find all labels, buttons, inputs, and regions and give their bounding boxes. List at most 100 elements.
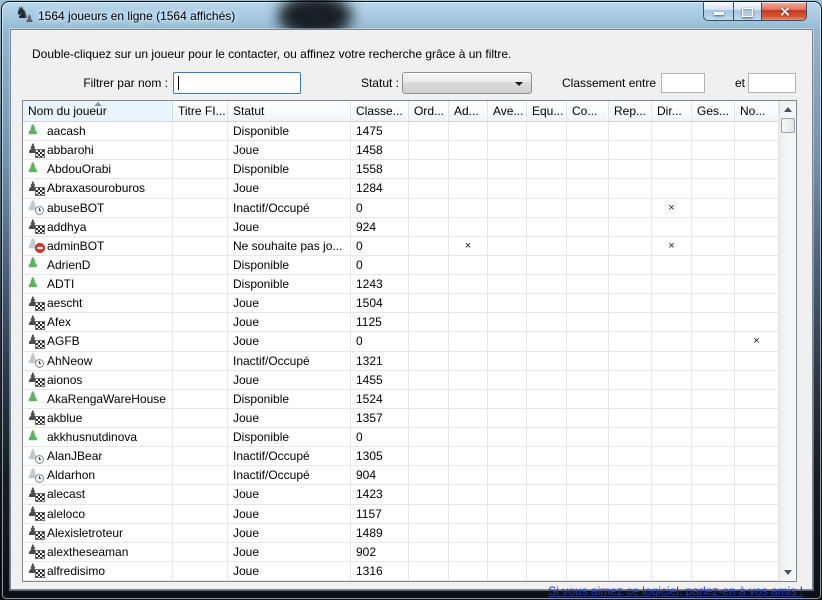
player-co-mark-cell (567, 428, 609, 446)
player-classement-cell: 1321 (351, 352, 409, 370)
player-presence-icon-available (26, 430, 42, 445)
column-header-co[interactable]: Co... (567, 101, 609, 121)
player-ad-mark-cell (449, 294, 488, 312)
player-row[interactable]: aeschtJoue1504 (23, 294, 779, 313)
player-ges-mark-cell (692, 409, 735, 427)
player-titre-cell (173, 390, 228, 408)
player-name: ADTI (47, 277, 74, 291)
column-header-equ[interactable]: Equ... (527, 101, 567, 121)
player-row[interactable]: AhNeowInactif/Occupé1321 (23, 352, 779, 371)
player-row[interactable]: AkaRengaWareHouseDisponible1524 (23, 390, 779, 409)
maximize-button[interactable] (733, 2, 762, 21)
column-header-label: Ave... (493, 104, 523, 118)
column-header-ad[interactable]: Ad... (449, 101, 488, 121)
player-ord-mark-cell (409, 237, 449, 255)
player-equ-mark-cell (527, 447, 567, 465)
scroll-down-button[interactable] (780, 564, 796, 581)
player-presence-icon-available (26, 391, 42, 406)
player-presence-icon-playing (26, 506, 42, 521)
player-name: addhya (47, 220, 86, 234)
player-row[interactable]: aionosJoue1455 (23, 371, 779, 390)
player-presence-icon-playing (26, 334, 42, 349)
share-link[interactable]: Si vous aimez ce logiciel, parlez-en à v… (548, 584, 803, 598)
column-header-nomdujoueur[interactable]: Nom du joueur (23, 101, 173, 121)
title-bar[interactable]: ♞ ♟ 1564 joueurs en ligne (1564 affichés… (2, 2, 821, 29)
classement-max-input[interactable] (748, 73, 796, 93)
player-no-mark-cell (735, 505, 779, 523)
player-titre-cell (173, 428, 228, 446)
player-row[interactable]: alecastJoue1423 (23, 485, 779, 504)
player-ord-mark-cell (409, 485, 449, 503)
player-titre-cell (173, 409, 228, 427)
player-row[interactable]: alextheseamanJoue902 (23, 543, 779, 562)
player-rep-mark-cell (609, 562, 652, 580)
client-area: Double-cliquez sur un joueur pour le con… (10, 29, 813, 590)
scrollbar-thumb[interactable] (781, 118, 795, 133)
chessboard-badge-icon (35, 512, 45, 521)
player-row[interactable]: AlanJBearInactif/Occupé1305 (23, 447, 779, 466)
close-button[interactable] (762, 2, 807, 21)
player-row[interactable]: AlexisletroteurJoue1489 (23, 524, 779, 543)
vertical-scrollbar[interactable] (779, 101, 796, 581)
player-ges-mark-cell (692, 466, 735, 484)
player-dir-mark-cell (652, 524, 692, 542)
player-row[interactable]: alfredisimoJoue1316 (23, 562, 779, 581)
player-row[interactable]: alelocoJoue1157 (23, 505, 779, 524)
column-header-statut[interactable]: Statut (228, 101, 351, 121)
player-ord-mark-cell (409, 218, 449, 236)
player-name: abuseBOT (47, 201, 104, 215)
player-row[interactable]: AbdouOrabiDisponible1558 (23, 160, 779, 179)
player-row[interactable]: AGFBJoue0× (23, 332, 779, 351)
classement-min-input[interactable] (661, 73, 705, 93)
player-row[interactable]: adminBOTNe souhaite pas jo...0×× (23, 237, 779, 256)
player-ord-mark-cell (409, 294, 449, 312)
statut-dropdown[interactable] (402, 72, 532, 94)
column-header-label: Ad... (454, 104, 479, 118)
column-header-dir[interactable]: Dir... (652, 101, 692, 121)
player-no-mark-cell (735, 562, 779, 580)
player-row[interactable]: akblueJoue1357 (23, 409, 779, 428)
filter-name-input[interactable] (173, 72, 301, 94)
player-rep-mark-cell (609, 332, 652, 350)
player-statut-cell: Joue (228, 294, 351, 312)
player-ord-mark-cell (409, 428, 449, 446)
player-ord-mark-cell (409, 275, 449, 293)
player-ave-mark-cell (488, 562, 527, 580)
player-row[interactable]: AdrienDDisponible0 (23, 256, 779, 275)
column-header-no[interactable]: No... (735, 101, 779, 121)
player-name: aleloco (47, 507, 85, 521)
player-co-mark-cell (567, 390, 609, 408)
column-header-ges[interactable]: Ges... (692, 101, 735, 121)
player-row[interactable]: AldarhonInactif/Occupé904 (23, 466, 779, 485)
player-row[interactable]: addhyaJoue924 (23, 218, 779, 237)
player-row[interactable]: ADTIDisponible1243 (23, 275, 779, 294)
scroll-up-button[interactable] (780, 101, 796, 118)
player-row[interactable]: abbarohiJoue1458 (23, 141, 779, 160)
player-presence-icon-playing (26, 410, 42, 425)
player-equ-mark-cell (527, 543, 567, 561)
player-titre-cell (173, 447, 228, 465)
column-header-titrefi[interactable]: Titre FI... (173, 101, 228, 121)
player-co-mark-cell (567, 160, 609, 178)
player-titre-cell (173, 218, 228, 236)
player-co-mark-cell (567, 294, 609, 312)
player-ges-mark-cell (692, 218, 735, 236)
player-titre-cell (173, 524, 228, 542)
minimize-button[interactable] (703, 2, 733, 21)
column-header-classe[interactable]: Classe... (351, 101, 409, 121)
player-row[interactable]: akkhusnutdinovaDisponible0 (23, 428, 779, 447)
player-name: AhNeow (47, 354, 92, 368)
column-header-ord[interactable]: Ord... (409, 101, 449, 121)
statut-label: Statut : (341, 76, 399, 90)
player-titre-cell (173, 543, 228, 561)
player-statut-cell: Disponible (228, 256, 351, 274)
player-titre-cell (173, 466, 228, 484)
player-row[interactable]: aacashDisponible1475 (23, 122, 779, 141)
column-header-rep[interactable]: Rep... (609, 101, 652, 121)
player-row[interactable]: abuseBOTInactif/Occupé0× (23, 199, 779, 218)
player-row[interactable]: AfexJoue1125 (23, 313, 779, 332)
column-header-ave[interactable]: Ave... (488, 101, 527, 121)
player-statut-cell: Inactif/Occupé (228, 447, 351, 465)
player-row[interactable]: AbraxasouroburosJoue1284 (23, 179, 779, 198)
player-equ-mark-cell (527, 505, 567, 523)
